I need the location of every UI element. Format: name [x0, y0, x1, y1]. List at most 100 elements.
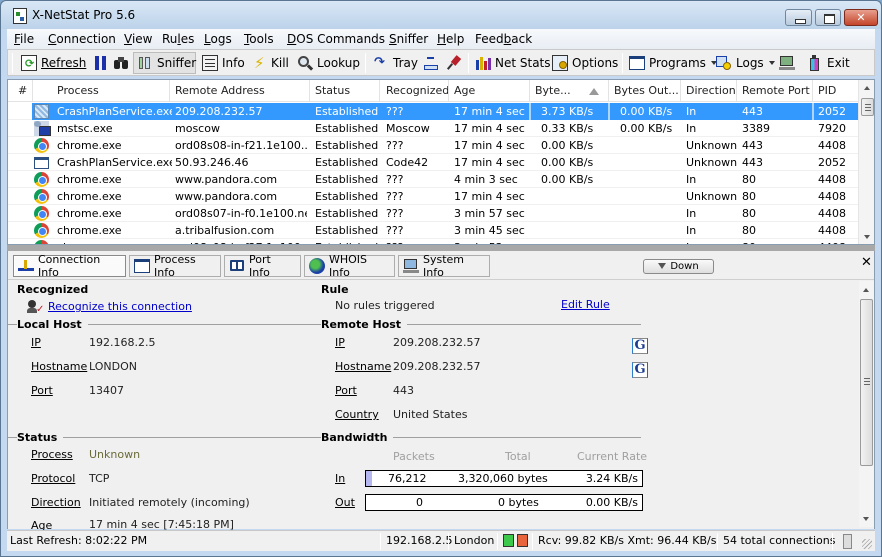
status-process-label[interactable]: Process: [31, 448, 73, 461]
close-button[interactable]: ✕: [844, 9, 878, 26]
close-panel-icon[interactable]: ✕: [861, 255, 872, 270]
down-button[interactable]: Down: [643, 259, 714, 274]
cell-status: Established: [315, 139, 379, 152]
column-header[interactable]: Bytes Out...: [614, 84, 679, 97]
tab-connection-info[interactable]: Connection Info: [13, 253, 126, 279]
bandwidth-out-label[interactable]: Out: [335, 496, 355, 509]
info-button[interactable]: Info: [199, 52, 248, 74]
panel-scrollbar[interactable]: [859, 281, 874, 527]
remote-ip-label[interactable]: IP: [335, 336, 345, 349]
column-header[interactable]: Recognized: [386, 84, 449, 97]
local-port-label[interactable]: Port: [31, 384, 53, 397]
table-row[interactable]: chrome.exe a.tribalfusion.com Established?…: [8, 222, 858, 239]
logs-calendar-icon: [716, 55, 732, 71]
logs-dropdown-icon[interactable]: [768, 61, 775, 65]
remote-hostname-label[interactable]: Hostname: [335, 360, 391, 373]
table-row[interactable]: mstsc.exe moscow Established Moscow 17 min 4…: [8, 120, 858, 137]
resize-grip[interactable]: [862, 539, 872, 549]
column-divider[interactable]: [812, 80, 813, 102]
scroll-down-icon[interactable]: [863, 517, 869, 521]
exit-button[interactable]: Exit: [804, 52, 853, 74]
tab-whois-info[interactable]: WHOIS Info: [304, 253, 395, 279]
table-row[interactable]: chrome.exe ord08s07-in-f0.1e100.net Establ…: [8, 205, 858, 222]
packets-header: Packets: [393, 450, 435, 463]
pin-button[interactable]: [444, 52, 470, 74]
status-direction-label[interactable]: Direction: [31, 496, 81, 509]
remote-port-label[interactable]: Port: [335, 384, 357, 397]
local-ip-label[interactable]: IP: [31, 336, 41, 349]
menu-help[interactable]: Help: [437, 32, 464, 46]
table-row[interactable]: chrome.exe www.pandora.com Established??? 1…: [8, 188, 858, 205]
column-header[interactable]: Age: [454, 84, 475, 97]
cell-bytes-out: 0.00 KB/s: [620, 122, 673, 135]
table-row[interactable]: CrashPlanService.exe 50.93.246.46 Establis…: [8, 154, 858, 171]
edit-rule-link[interactable]: Edit Rule: [561, 298, 610, 311]
menu-feedback[interactable]: Feedback: [475, 32, 532, 46]
column-divider[interactable]: [448, 80, 449, 102]
column-header[interactable]: Byte...: [535, 84, 571, 97]
status-protocol-label[interactable]: Protocol: [31, 472, 75, 485]
google-search-icon[interactable]: G: [632, 362, 648, 378]
menu-file[interactable]: File: [14, 32, 34, 46]
info-tabs: Connection Info Process Info Port Info W…: [8, 251, 874, 280]
computer-button[interactable]: [776, 52, 802, 74]
scrollbar-thumb[interactable]: [860, 299, 873, 466]
binoculars-icon: [113, 55, 129, 71]
sniffer-button[interactable]: Sniffer: [133, 52, 196, 74]
programs-button[interactable]: Programs: [626, 52, 720, 74]
menu-rules[interactable]: Rules: [162, 32, 194, 46]
column-header[interactable]: Direction: [686, 84, 736, 97]
out-packets: 0: [416, 496, 423, 509]
column-divider[interactable]: [379, 80, 380, 102]
column-header[interactable]: Remote Port: [742, 84, 810, 97]
refresh-label: Refresh: [41, 56, 87, 70]
tray-button[interactable]: ↷ Tray: [370, 52, 421, 74]
table-row[interactable]: chrome.exe ord08s08-in-f21.1e100.... Estab…: [8, 137, 858, 154]
tab-process-info[interactable]: Process Info: [129, 253, 221, 279]
kill-button[interactable]: ⚡ Kill: [248, 52, 292, 74]
local-host-heading: Local Host: [17, 318, 88, 331]
scrollbar-thumb[interactable]: [861, 98, 874, 116]
google-search-icon[interactable]: G: [632, 338, 648, 354]
tab-port-info[interactable]: Port Info: [224, 253, 301, 279]
lookup-button[interactable]: Lookup: [294, 52, 363, 74]
menu-view[interactable]: View: [124, 32, 152, 46]
scroll-up-icon[interactable]: [864, 86, 870, 90]
menu-connection[interactable]: Connection: [48, 32, 116, 46]
column-header[interactable]: PID: [818, 84, 836, 97]
menu-dos-commands[interactable]: DOS Commands: [287, 32, 385, 46]
column-divider[interactable]: [680, 80, 681, 102]
column-header[interactable]: Status: [315, 84, 350, 97]
remote-country-label[interactable]: Country: [335, 408, 379, 421]
column-divider[interactable]: [736, 80, 737, 102]
computer-icon: [403, 258, 419, 274]
column-divider[interactable]: [309, 80, 310, 102]
scroll-down-icon[interactable]: [864, 235, 870, 239]
menu-sniffer[interactable]: Sniffer: [389, 32, 428, 46]
scroll-up-icon[interactable]: [863, 288, 869, 292]
column-header[interactable]: Remote Address: [175, 84, 265, 97]
column-divider[interactable]: [32, 80, 33, 102]
minimize-to-tray-button[interactable]: [420, 52, 446, 74]
menu-logs[interactable]: Logs: [204, 32, 232, 46]
net-stats-button[interactable]: Net Stats: [472, 52, 554, 74]
column-divider[interactable]: [529, 80, 530, 102]
options-button[interactable]: Options: [549, 52, 621, 74]
cell-status: Established: [315, 190, 379, 203]
refresh-button[interactable]: ⟳ Refresh: [18, 52, 89, 74]
maximize-button[interactable]: [815, 9, 841, 26]
minimize-button[interactable]: [785, 9, 812, 26]
local-hostname-label[interactable]: Hostname: [31, 360, 87, 373]
table-scrollbar[interactable]: [858, 80, 874, 244]
tab-system-info[interactable]: System Info: [398, 253, 490, 279]
table-row[interactable]: CrashPlanService.exe 209.208.232.57 Establ…: [8, 103, 858, 120]
bandwidth-in-label[interactable]: In: [335, 472, 345, 485]
column-divider[interactable]: [169, 80, 170, 102]
recognize-connection-link[interactable]: Recognize this connection: [48, 300, 192, 313]
column-header[interactable]: #: [18, 84, 27, 97]
column-divider[interactable]: [608, 80, 609, 102]
table-row[interactable]: chrome.exe www.pandora.com Established??? 4…: [8, 171, 858, 188]
logs-button[interactable]: Logs: [713, 52, 778, 74]
column-header[interactable]: Process: [57, 84, 99, 97]
menu-tools[interactable]: Tools: [244, 32, 274, 46]
